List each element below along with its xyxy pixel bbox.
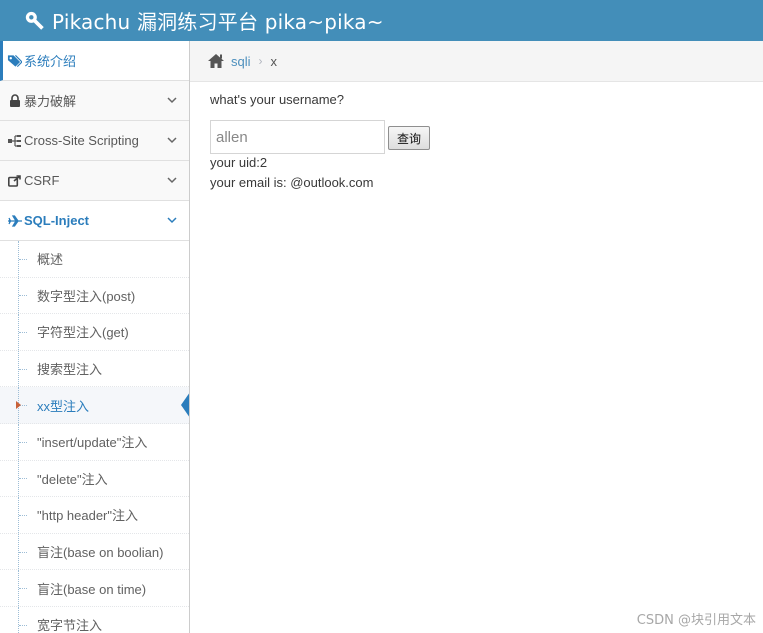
sidebar-item-xss[interactable]: Cross-Site Scripting xyxy=(0,121,189,161)
app-title[interactable]: Pikachu 漏洞练习平台 pika~pika~ xyxy=(52,6,384,35)
sitemap-icon xyxy=(7,134,22,147)
caret-right-icon xyxy=(16,401,21,410)
sub-item-insert-update[interactable]: "insert/update"注入 xyxy=(0,423,189,461)
tag-icon xyxy=(7,54,22,68)
sub-item-blind-time[interactable]: 盲注(base on time) xyxy=(0,570,189,607)
breadcrumb: sqli › x xyxy=(190,41,763,82)
sub-item-label: "http header"注入 xyxy=(37,508,139,524)
query-button[interactable]: 查询 xyxy=(388,126,430,150)
home-icon[interactable] xyxy=(207,53,225,69)
sub-item-blind-boolean[interactable]: 盲注(base on boolian) xyxy=(0,533,189,571)
chevron-down-icon[interactable] xyxy=(167,215,177,225)
sidebar-item-label: 系统介绍 xyxy=(24,54,77,69)
email-result: your email is: @outlook.com xyxy=(210,175,374,190)
username-question: what's your username? xyxy=(210,92,344,107)
sidebar-item-csrf[interactable]: CSRF xyxy=(0,161,189,201)
sub-item-label: 盲注(base on boolian) xyxy=(37,545,164,561)
watermark: CSDN @块引用文本 xyxy=(636,613,756,628)
uid-result: your uid:2 xyxy=(210,155,268,170)
sidebar-item-brute-force[interactable]: 暴力破解 xyxy=(0,81,189,121)
sub-item-label: xx型注入 xyxy=(37,398,90,414)
sub-item-label: "insert/update"注入 xyxy=(37,435,148,451)
breadcrumb-link-sqli[interactable]: sqli xyxy=(231,54,251,69)
sidebar-item-intro[interactable]: 系统介绍 xyxy=(0,41,189,81)
sub-item-label: 搜索型注入 xyxy=(37,362,103,378)
sub-item-label: 字符型注入(get) xyxy=(37,325,129,341)
sub-item-wide-byte[interactable]: 宽字节注入 xyxy=(0,606,189,633)
wrench-icon xyxy=(25,11,44,30)
chevron-down-icon[interactable] xyxy=(167,135,177,145)
sub-item-label: 概述 xyxy=(37,252,64,268)
sidebar-item-label: CSRF xyxy=(24,173,60,188)
sub-item-label: "delete"注入 xyxy=(37,471,108,487)
sub-item-numeric-post[interactable]: 数字型注入(post) xyxy=(0,277,189,315)
sub-item-string-get[interactable]: 字符型注入(get) xyxy=(0,314,189,351)
sub-item-overview[interactable]: 概述 xyxy=(0,241,189,278)
sub-item-xx[interactable]: xx型注入 xyxy=(0,387,189,424)
sub-item-label: 数字型注入(post) xyxy=(37,288,136,304)
share-icon xyxy=(7,174,22,187)
sub-item-label: 宽字节注入 xyxy=(37,618,103,633)
chevron-down-icon[interactable] xyxy=(167,175,177,185)
username-input[interactable] xyxy=(210,120,385,154)
sidebar-item-label: SQL-Inject xyxy=(24,213,90,228)
top-navbar: Pikachu 漏洞练习平台 pika~pika~ xyxy=(0,0,763,41)
sub-item-http-header[interactable]: "http header"注入 xyxy=(0,497,189,534)
sidebar: 系统介绍 暴力破解 Cross-Site Scripting CSRF SQL-… xyxy=(0,41,190,633)
chevron-down-icon[interactable] xyxy=(167,95,177,105)
sub-item-search[interactable]: 搜索型注入 xyxy=(0,350,189,388)
sub-item-delete[interactable]: "delete"注入 xyxy=(0,460,189,498)
lock-icon xyxy=(7,94,22,107)
plane-icon xyxy=(7,214,22,227)
sidebar-item-label: Cross-Site Scripting xyxy=(24,133,139,148)
sidebar-item-sql-inject[interactable]: SQL-Inject xyxy=(0,201,189,241)
sidebar-item-label: 暴力破解 xyxy=(24,94,77,109)
breadcrumb-current: x xyxy=(270,53,278,69)
active-pointer-icon xyxy=(181,392,189,419)
breadcrumb-separator-icon: › xyxy=(258,54,263,68)
sub-item-label: 盲注(base on time) xyxy=(37,581,147,597)
